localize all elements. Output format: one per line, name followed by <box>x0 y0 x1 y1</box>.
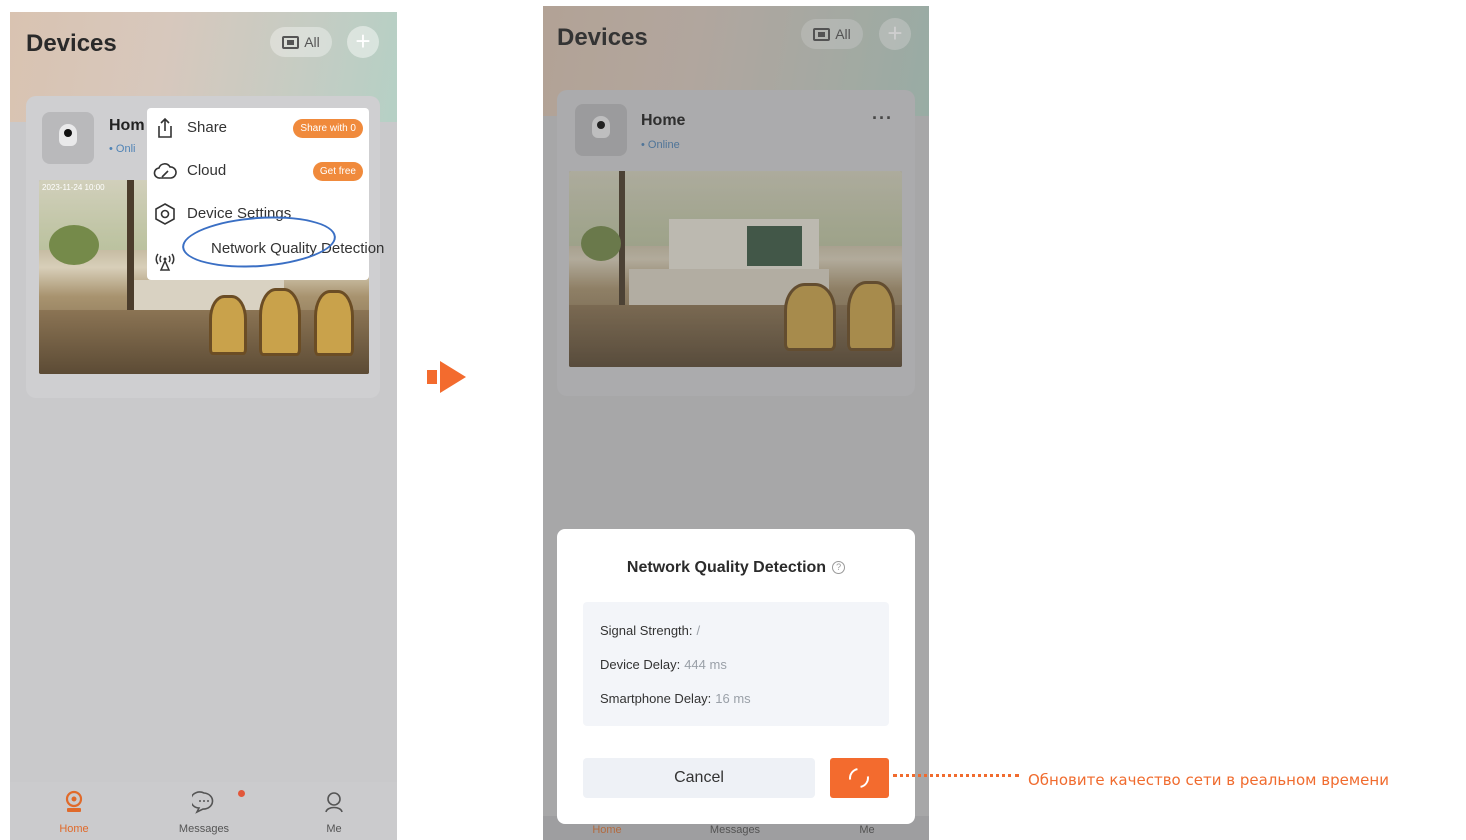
smartphone-delay-row: Smartphone Delay: 16 ms <box>600 691 751 706</box>
home-camera-icon <box>65 790 83 812</box>
page-title: Devices <box>26 30 117 57</box>
cloud-label: Cloud <box>187 162 227 179</box>
signal-strength-value: / <box>696 623 701 638</box>
menu-item-share[interactable]: Share Share with 0 <box>147 108 369 148</box>
filter-all-button[interactable]: All <box>270 27 332 57</box>
dialog-title-text: Network Quality Detection <box>626 559 827 576</box>
snapshot-chair <box>314 290 354 356</box>
network-signal-icon <box>155 253 175 271</box>
share-label: Share <box>187 119 228 136</box>
smartphone-delay-value: 16 ms <box>715 691 751 706</box>
camera-thumbnail-icon <box>42 112 94 164</box>
smartphone-delay-label: Smartphone Delay: <box>600 691 712 706</box>
device-delay-value: 444 ms <box>684 657 727 672</box>
device-delay-label: Device Delay: <box>600 657 681 672</box>
share-icon <box>158 117 172 138</box>
refresh-callout-text: Обновите качество сети в реальном времен… <box>1028 771 1389 789</box>
network-stats-panel: Signal Strength: / Device Delay: 444 ms Sm… <box>583 602 889 726</box>
left-phone-screen: Devices All + Hom Onli 2023-11-24 10:00 <box>10 12 397 840</box>
add-device-button[interactable]: + <box>347 26 379 58</box>
tab-me-label: Me <box>326 823 342 835</box>
messages-badge-dot <box>238 790 245 797</box>
refresh-button[interactable] <box>830 758 889 798</box>
tab-home[interactable]: Home <box>34 782 114 835</box>
cloud-badge: Get free <box>312 162 363 181</box>
network-quality-dialog: Network Quality Detection? Signal Streng… <box>557 529 915 824</box>
cloud-icon <box>153 163 177 179</box>
user-icon <box>325 792 343 813</box>
share-badge: Share with 0 <box>293 119 363 138</box>
callout-dotted-line <box>893 774 1019 777</box>
signal-strength-label: Signal Strength: <box>600 623 693 638</box>
tab-messages-label: Messages <box>178 823 230 835</box>
tab-home-label: Home <box>59 823 89 835</box>
cancel-button[interactable]: Cancel <box>583 758 815 798</box>
snapshot-chair <box>209 295 247 355</box>
settings-hexagon-icon <box>155 203 175 225</box>
transition-arrow-icon <box>427 361 466 393</box>
snapshot-chair <box>259 288 301 356</box>
right-phone-screen: Devices All + Home Online ··· Home Messa… <box>543 6 929 840</box>
filter-all-label: All <box>304 34 320 50</box>
device-status: Onli <box>109 143 136 155</box>
tab-messages[interactable]: Messages <box>164 782 244 835</box>
chat-icon <box>189 791 214 814</box>
snapshot-timestamp: 2023-11-24 10:00 <box>42 183 105 192</box>
refresh-icon <box>845 764 873 792</box>
snapshot-plant <box>49 225 99 265</box>
help-icon[interactable]: ? <box>832 561 846 574</box>
device-delay-row: Device Delay: 444 ms <box>600 657 727 672</box>
bottom-tab-bar: Home Messages Me <box>10 782 397 840</box>
dialog-title: Network Quality Detection? <box>557 559 915 577</box>
device-name: Hom <box>109 117 145 134</box>
signal-strength-row: Signal Strength: / <box>600 623 700 638</box>
tab-me[interactable]: Me <box>294 782 374 835</box>
device-group-icon <box>282 35 300 49</box>
menu-item-cloud[interactable]: Cloud Get free <box>147 151 369 191</box>
